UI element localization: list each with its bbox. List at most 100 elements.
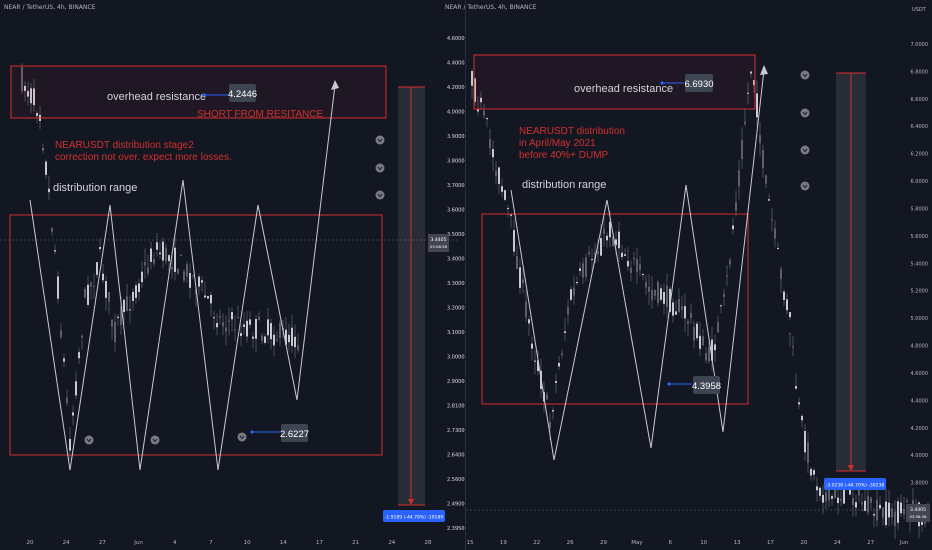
right-candle (501, 186, 503, 192)
left-candle (93, 285, 95, 287)
left-x-tick: 27 (99, 540, 106, 546)
right-candle (477, 109, 479, 112)
right-candle (558, 362, 560, 367)
right-candle (534, 360, 536, 362)
right-y-tick: 4.8000 (911, 344, 929, 350)
left-candle (165, 247, 167, 262)
right-measure-label: -3.0238 (-44.70%) -30238 (826, 483, 885, 489)
right-candle (759, 135, 761, 144)
right-candle (777, 248, 779, 250)
right-y-tick: 6.2000 (911, 152, 929, 158)
right-candle (582, 263, 584, 278)
right-current-price-badge (906, 504, 930, 522)
right-candle (732, 225, 734, 230)
left-x-tick: 24 (63, 540, 70, 546)
left-candle (258, 316, 260, 321)
right-tail-candle (891, 508, 893, 518)
left-candle (168, 255, 170, 262)
left-candle (204, 295, 206, 298)
left-candle (297, 345, 299, 351)
right-tail-candle (885, 501, 887, 526)
right-candle (654, 290, 656, 296)
right-tail-candle (900, 502, 902, 514)
left-candle (69, 438, 71, 451)
left-y-tick: 3.7000 (447, 183, 465, 189)
right-y-tick: 6.4000 (911, 124, 929, 130)
right-event-marker-icon (800, 70, 810, 80)
left-candle (210, 294, 212, 304)
right-tail-candle (879, 504, 881, 509)
left-candle (255, 319, 257, 339)
left-candle (72, 412, 74, 416)
left-candle (249, 319, 251, 325)
left-y-tick: 2.3950 (447, 526, 465, 532)
right-candle (774, 228, 776, 239)
right-x-tick: 19 (500, 540, 507, 546)
right-y-tick: 5.4000 (911, 261, 929, 267)
right-tail-candle (852, 497, 854, 506)
right-tail-candle (864, 500, 866, 511)
right-candle (513, 230, 515, 252)
right-candle (780, 269, 782, 280)
left-y-tick: 3.8000 (447, 159, 465, 165)
right-candle (660, 288, 662, 300)
left-note-line-2: correction not over. expect more losses. (55, 152, 232, 163)
right-tail-candle (810, 468, 812, 476)
right-candle (723, 294, 725, 297)
right-y-tick: 6.0000 (911, 179, 929, 185)
right-tail-candle (831, 496, 833, 499)
left-measure-label: -1.9189 (-44.79%) -19189 (385, 515, 444, 521)
left-x-tick: 17 (316, 540, 323, 546)
left-y-tick: 3.0000 (447, 355, 465, 361)
chart-stage: NEAR / TetherUS, 4h, BINANCE NEAR / Teth… (0, 0, 932, 550)
right-candle (708, 346, 710, 362)
right-y-tick: 6.6000 (911, 97, 929, 103)
right-candle (717, 322, 719, 333)
right-candle (585, 257, 587, 277)
right-tail-candle (813, 470, 815, 475)
right-y-tick: 5.0000 (911, 316, 929, 322)
right-current-time: 03:08:58 (909, 514, 927, 519)
right-candle (516, 255, 518, 270)
left-candle (81, 335, 83, 338)
chart-svg[interactable]: 2.3950 2.4900 2.5600 2.6400 2.7300 2.8100 2.90… (0, 0, 932, 550)
left-candle (216, 323, 218, 328)
right-tail-candle (807, 442, 809, 463)
right-candle (609, 221, 611, 238)
left-candle (48, 188, 50, 193)
right-tail-candle (825, 492, 827, 502)
left-candle (231, 312, 233, 320)
right-candle (681, 306, 683, 310)
right-candle (522, 279, 524, 283)
right-candle (606, 235, 608, 241)
right-candle (690, 313, 692, 318)
left-candle (198, 276, 200, 287)
right-candle (492, 149, 494, 158)
right-tail-candle (870, 497, 872, 503)
right-y-tick: 3.8000 (911, 481, 929, 487)
right-tail-candle (855, 502, 857, 508)
left-candle (129, 309, 131, 311)
left-resistance-label: overhead resistance (107, 91, 206, 103)
left-candle (279, 323, 281, 338)
left-candle (117, 316, 119, 318)
left-candle (267, 319, 269, 336)
right-x-tick: 27 (867, 540, 874, 546)
left-y-tick: 3.2000 (447, 306, 465, 312)
left-candle (90, 282, 92, 287)
right-tail-candle (840, 498, 842, 501)
right-candle (603, 228, 605, 235)
right-candle (519, 267, 521, 288)
right-candle (771, 219, 773, 221)
left-candle (45, 161, 47, 175)
right-candle (648, 286, 650, 292)
right-candle (630, 267, 632, 273)
right-candle (642, 274, 644, 276)
right-tail-candle (897, 501, 899, 523)
right-candle (663, 291, 665, 304)
left-candle (78, 352, 80, 359)
right-tail-candle (903, 508, 905, 515)
left-candle (102, 273, 104, 281)
left-candle (114, 321, 116, 343)
left-candle (228, 320, 230, 322)
